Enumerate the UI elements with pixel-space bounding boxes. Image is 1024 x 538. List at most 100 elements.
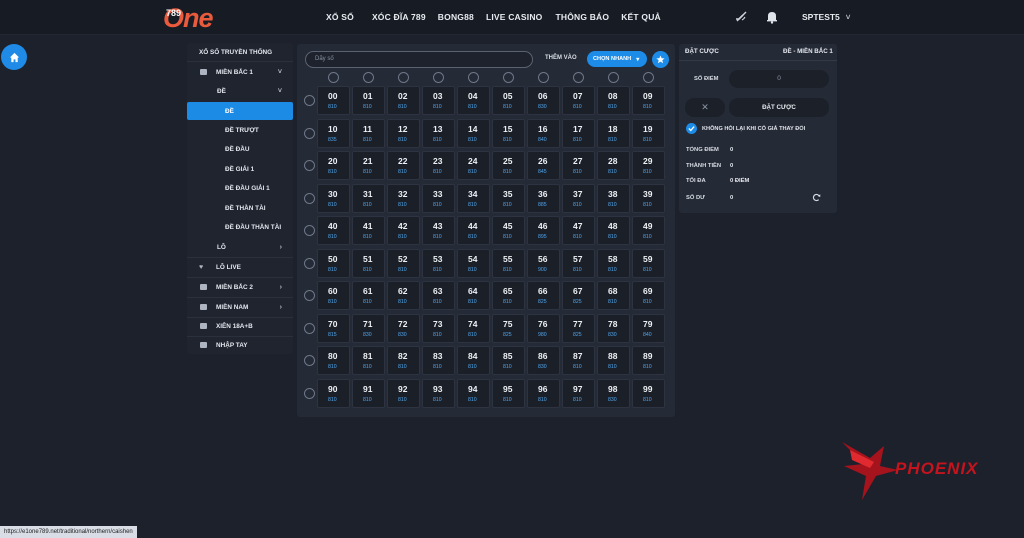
sidebar-item-lo-live[interactable]: ♥ LÔ LIVE <box>187 258 293 276</box>
number-cell[interactable]: 15 810 <box>492 118 525 148</box>
number-cell[interactable]: 45 810 <box>492 216 525 245</box>
number-cell[interactable]: 58 810 <box>597 248 630 278</box>
number-cell[interactable]: 10 835 <box>317 118 350 148</box>
number-cell[interactable]: 70 815 <box>317 313 350 343</box>
sidebar-item-de[interactable]: ĐỀ <box>187 102 293 120</box>
number-cell[interactable]: 12 810 <box>387 118 420 148</box>
sidebar-item-mien-nam[interactable]: MIỀN NAM › <box>187 298 293 316</box>
number-cell[interactable]: 21 810 <box>352 151 385 180</box>
number-cell[interactable]: 48 810 <box>597 216 630 245</box>
home-button[interactable] <box>1 44 27 70</box>
number-cell[interactable]: 03 810 <box>422 86 455 115</box>
number-cell[interactable]: 42 810 <box>387 216 420 245</box>
number-cell[interactable]: 88 810 <box>597 346 630 375</box>
number-cell[interactable]: 01 810 <box>352 86 385 115</box>
number-cell[interactable]: 93 810 <box>422 378 455 408</box>
nav-bong88[interactable]: BONG88 <box>438 12 474 22</box>
number-cell[interactable]: 94 810 <box>457 378 490 408</box>
column-select-radio[interactable] <box>433 72 444 83</box>
number-cell[interactable]: 32 810 <box>387 183 420 213</box>
number-cell[interactable]: 74 810 <box>457 313 490 343</box>
sidebar-item-de-dau-than-tai[interactable]: ĐỀ ĐẦU THẦN TÀI <box>187 218 293 236</box>
number-cell[interactable]: 91 810 <box>352 378 385 408</box>
place-bet-button[interactable]: ĐẶT CƯỢC <box>729 98 829 117</box>
number-cell[interactable]: 11 810 <box>352 118 385 148</box>
sidebar-item-de-than-tai[interactable]: ĐỀ THẦN TÀI <box>187 199 293 217</box>
number-cell[interactable]: 63 810 <box>422 281 455 310</box>
row-select-radio[interactable] <box>304 225 315 236</box>
sidebar-item-de-group[interactable]: ĐỀ ˅ <box>187 82 293 100</box>
number-cell[interactable]: 17 810 <box>562 118 595 148</box>
refresh-icon[interactable] <box>812 193 821 202</box>
add-button[interactable]: THÊM VÀO <box>545 55 577 61</box>
nav-xoc-dia[interactable]: XÓC ĐĨA 789 <box>372 12 426 22</box>
number-cell[interactable]: 23 810 <box>422 151 455 180</box>
number-cell[interactable]: 29 810 <box>632 151 665 180</box>
number-cell[interactable]: 84 810 <box>457 346 490 375</box>
points-input[interactable]: 0 <box>729 70 829 88</box>
number-cell[interactable]: 05 810 <box>492 86 525 115</box>
number-cell[interactable]: 33 810 <box>422 183 455 213</box>
clear-button[interactable]: ✕ <box>685 98 725 117</box>
row-select-radio[interactable] <box>304 355 315 366</box>
column-select-radio[interactable] <box>328 72 339 83</box>
sidebar-item-de-dau-giai-1[interactable]: ĐỀ ĐẦU GIẢI 1 <box>187 179 293 197</box>
number-cell[interactable]: 90 810 <box>317 378 350 408</box>
number-cell[interactable]: 30 810 <box>317 183 350 213</box>
number-cell[interactable]: 02 810 <box>387 86 420 115</box>
number-cell[interactable]: 49 810 <box>632 216 665 245</box>
number-cell[interactable]: 38 810 <box>597 183 630 213</box>
nav-ket-qua[interactable]: KẾT QUẢ <box>621 12 661 22</box>
number-cell[interactable]: 65 810 <box>492 281 525 310</box>
number-cell[interactable]: 36 885 <box>527 183 560 213</box>
number-cell[interactable]: 54 810 <box>457 248 490 278</box>
number-cell[interactable]: 16 840 <box>527 118 560 148</box>
number-cell[interactable]: 47 810 <box>562 216 595 245</box>
number-cell[interactable]: 79 840 <box>632 313 665 343</box>
number-cell[interactable]: 78 830 <box>597 313 630 343</box>
number-cell[interactable]: 85 810 <box>492 346 525 375</box>
number-cell[interactable]: 00 810 <box>317 86 350 115</box>
number-cell[interactable]: 62 810 <box>387 281 420 310</box>
bell-icon[interactable] <box>765 10 779 24</box>
number-cell[interactable]: 97 810 <box>562 378 595 408</box>
number-cell[interactable]: 95 810 <box>492 378 525 408</box>
number-cell[interactable]: 27 810 <box>562 151 595 180</box>
brand-logo[interactable]: 789 One <box>162 5 214 32</box>
nav-live-casino[interactable]: LIVE CASINO <box>486 12 543 22</box>
number-cell[interactable]: 08 810 <box>597 86 630 115</box>
number-cell[interactable]: 31 810 <box>352 183 385 213</box>
number-cell[interactable]: 04 810 <box>457 86 490 115</box>
nav-xo-so[interactable]: XỔ SỐ <box>326 12 354 22</box>
number-cell[interactable]: 64 810 <box>457 281 490 310</box>
number-cell[interactable]: 66 825 <box>527 281 560 310</box>
number-cell[interactable]: 87 810 <box>562 346 595 375</box>
sidebar-item-mien-bac-2[interactable]: MIỀN BẮC 2 › <box>187 278 293 296</box>
row-select-radio[interactable] <box>304 257 315 269</box>
row-select-radio[interactable] <box>304 95 315 106</box>
number-cell[interactable]: 69 810 <box>632 281 665 310</box>
number-cell[interactable]: 50 810 <box>317 248 350 278</box>
sidebar-item-de-giai-1[interactable]: ĐỀ GIẢI 1 <box>187 160 293 178</box>
row-select-radio[interactable] <box>304 127 315 139</box>
number-cell[interactable]: 72 830 <box>387 313 420 343</box>
number-cell[interactable]: 28 810 <box>597 151 630 180</box>
number-cell[interactable]: 67 825 <box>562 281 595 310</box>
number-cell[interactable]: 99 810 <box>632 378 665 408</box>
nav-thong-bao[interactable]: THÔNG BÁO <box>555 12 609 22</box>
number-cell[interactable]: 82 810 <box>387 346 420 375</box>
number-cell[interactable]: 73 810 <box>422 313 455 343</box>
number-cell[interactable]: 07 810 <box>562 86 595 115</box>
sidebar-item-nhap-tay[interactable]: NHẬP TAY <box>187 336 293 354</box>
sidebar-item-de-dau[interactable]: ĐỀ ĐẦU <box>187 140 293 158</box>
number-cell[interactable]: 68 810 <box>597 281 630 310</box>
number-cell[interactable]: 83 810 <box>422 346 455 375</box>
row-select-radio[interactable] <box>304 387 315 399</box>
column-select-radio[interactable] <box>643 72 654 83</box>
number-cell[interactable]: 06 830 <box>527 86 560 115</box>
number-cell[interactable]: 35 810 <box>492 183 525 213</box>
number-cell[interactable]: 19 810 <box>632 118 665 148</box>
column-select-radio[interactable] <box>608 72 619 83</box>
number-cell[interactable]: 71 830 <box>352 313 385 343</box>
number-cell[interactable]: 86 830 <box>527 346 560 375</box>
